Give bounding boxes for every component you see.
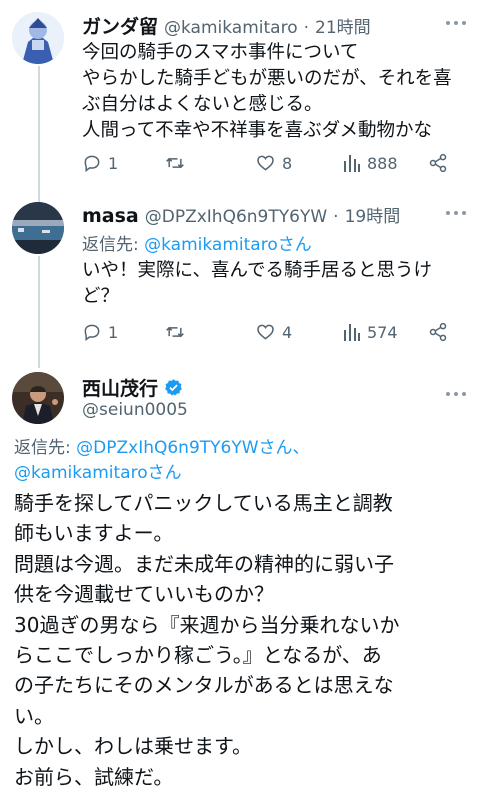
tweet-line: 師もいますよー。 xyxy=(14,521,174,546)
tweet-line: 供を今週載せていいものか？ xyxy=(14,582,274,607)
tweet-line: やらかした騎手どもが悪いのだが、それを喜 xyxy=(82,68,452,89)
verified-icon xyxy=(165,379,182,396)
tweet-text: 騎手を探してパニックしている馬主と調教 師もいますよー。 問題は今週。まだ未成年… xyxy=(14,488,474,792)
timestamp[interactable]: 21時間 xyxy=(315,13,371,38)
tweet-line: の子たちにそのメンタルがあるとは思えな xyxy=(14,673,394,698)
thread-line xyxy=(38,256,40,368)
share-button[interactable] xyxy=(428,153,448,173)
timestamp[interactable]: 19時間 xyxy=(345,202,401,227)
reply-label: 返信先: xyxy=(14,438,71,458)
tweet-text: 今回の騎手のスマホ事件について やらかした騎手どもが悪いのだが、それを喜 ぶ自分… xyxy=(82,40,472,144)
avatar[interactable] xyxy=(12,202,64,254)
tweet-line: 30過ぎの男なら『来週から当分乗れないか xyxy=(14,612,400,637)
reply-label: 返信先: xyxy=(82,235,139,255)
tweet-line: らここでしっかり稼ごう。』となるが、あ xyxy=(14,643,382,668)
tweet-line: お前ら、試練だ。 xyxy=(14,764,174,789)
views-count: 888 xyxy=(367,153,398,173)
replying-to: 返信先: @DPZxIhQ6n9TY6YWさん、 @kamikamitaroさん xyxy=(14,436,470,486)
retweet-button[interactable] xyxy=(164,153,192,173)
tweet-line: 今回の騎手のスマホ事件について xyxy=(82,42,359,63)
retweet-button[interactable] xyxy=(164,322,192,342)
reply-mention-link[interactable]: @DPZxIhQ6n9TY6YWさん、 xyxy=(76,438,309,458)
tweet-line: ど？ xyxy=(82,286,120,307)
tweet-line: 問題は今週。まだ未成年の精神的に弱い子 xyxy=(14,551,394,576)
views-icon xyxy=(344,155,360,172)
retweet-icon xyxy=(166,326,184,338)
more-icon[interactable] xyxy=(446,211,468,217)
share-button[interactable] xyxy=(428,322,448,342)
display-name[interactable]: 西山茂行 xyxy=(82,374,158,401)
tweet-line: 人間って不幸や不祥事を喜ぶダメ動物かな xyxy=(82,120,433,141)
tweet-text: いや！実際に、喜んでる騎手居ると思うけ ど？ xyxy=(82,258,472,310)
reply-button[interactable]: 1 xyxy=(82,153,118,173)
reply-icon xyxy=(84,155,100,172)
like-count: 8 xyxy=(282,153,293,173)
handle[interactable]: @kamikamitaro xyxy=(164,18,298,38)
replying-to: 返信先: @kamikamitaroさん xyxy=(82,230,312,255)
like-button[interactable]: 4 xyxy=(255,322,292,342)
reply-count: 1 xyxy=(108,322,119,342)
tweet-line: 騎手を探してパニックしている馬主と調教 xyxy=(14,491,393,515)
like-count: 4 xyxy=(282,322,293,342)
views-button[interactable]: 888 xyxy=(343,153,398,173)
like-icon xyxy=(257,155,274,171)
display-name[interactable]: masa xyxy=(82,205,139,227)
tweet-line: い。 xyxy=(14,703,54,728)
share-icon xyxy=(429,153,447,173)
like-icon xyxy=(257,324,274,340)
handle[interactable]: @DPZxIhQ6n9TY6YW xyxy=(145,207,327,227)
more-icon[interactable] xyxy=(446,21,468,27)
like-button[interactable]: 8 xyxy=(255,153,292,173)
tweet-line: ぶ自分はよくないと感じる。 xyxy=(82,94,323,115)
separator-dot: · xyxy=(333,207,339,227)
share-icon xyxy=(429,322,447,342)
reply-count: 1 xyxy=(108,153,119,173)
handle[interactable]: @seiun0005 xyxy=(82,400,188,420)
views-count: 574 xyxy=(367,322,398,342)
views-icon xyxy=(344,324,360,341)
separator-dot: · xyxy=(303,18,310,38)
reply-mention-link[interactable]: @kamikamitaroさん xyxy=(144,235,312,255)
more-icon[interactable] xyxy=(446,392,468,398)
thread-line xyxy=(38,66,40,202)
tweet-line: しかし、わしは乗せます。 xyxy=(14,734,252,759)
reply-icon xyxy=(84,324,100,341)
views-button[interactable]: 574 xyxy=(343,322,398,342)
reply-mention-link[interactable]: @kamikamitaroさん xyxy=(14,463,182,483)
tweet-line: いや！実際に、喜んでる騎手居ると思うけ xyxy=(82,260,433,281)
avatar[interactable] xyxy=(12,372,64,424)
display-name[interactable]: ガンダ留 xyxy=(82,12,158,39)
retweet-icon xyxy=(166,157,184,169)
reply-button[interactable]: 1 xyxy=(82,322,118,342)
avatar[interactable] xyxy=(12,12,64,64)
